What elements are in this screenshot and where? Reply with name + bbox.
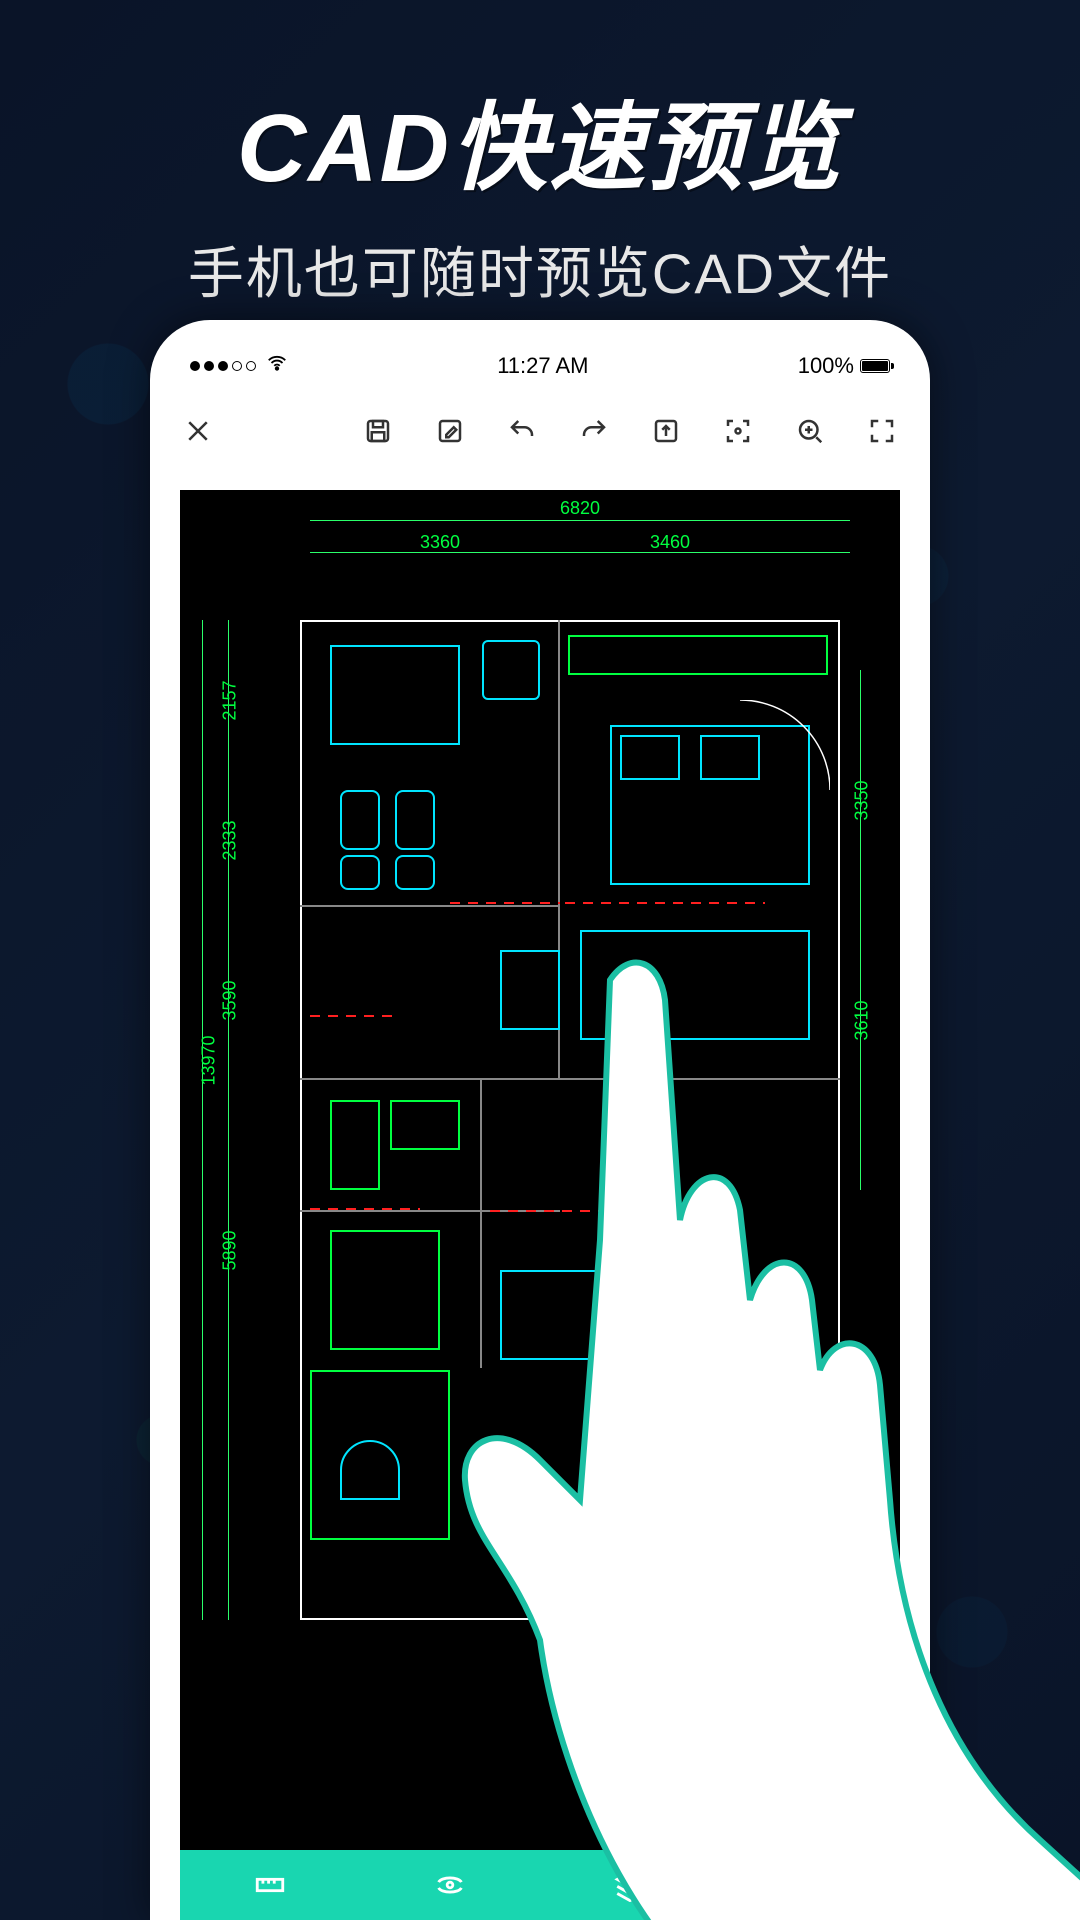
toolbar — [150, 396, 930, 466]
dim-top-total: 6820 — [560, 498, 600, 519]
phone-frame: 11:27 AM 100% — [150, 320, 930, 1920]
dim-left-total: 13970 — [199, 1035, 220, 1085]
bottom-toolbar — [180, 1850, 900, 1920]
wifi-icon — [266, 352, 288, 380]
focus-icon[interactable] — [720, 413, 756, 449]
zoom-in-icon[interactable] — [792, 413, 828, 449]
dim-left-3: 3590 — [220, 980, 241, 1020]
save-icon[interactable] — [360, 413, 396, 449]
edit-icon[interactable] — [432, 413, 468, 449]
hero: CAD快速预览 手机也可随时预览CAD文件 — [0, 0, 1080, 310]
dim-left-4: 5890 — [220, 1230, 241, 1270]
hero-subtitle: 手机也可随时预览CAD文件 — [0, 229, 1080, 310]
dim-right-1: 3350 — [852, 780, 873, 820]
undo-icon[interactable] — [504, 413, 540, 449]
dim-top-left: 3360 — [420, 532, 460, 553]
status-time: 11:27 AM — [497, 353, 588, 379]
cad-canvas[interactable]: 6820 3360 3460 13970 2157 2333 3590 5890… — [180, 490, 900, 1850]
dim-left-2: 2333 — [220, 820, 241, 860]
battery-icon — [860, 359, 890, 373]
battery-percent: 100% — [798, 353, 854, 379]
sync-icon[interactable] — [430, 1865, 470, 1905]
status-left — [190, 352, 288, 380]
measure-icon[interactable] — [250, 1865, 290, 1905]
layers-icon[interactable] — [610, 1865, 650, 1905]
redo-icon[interactable] — [576, 413, 612, 449]
hero-title: CAD快速预览 — [0, 70, 1080, 209]
dim-left-1: 2157 — [220, 680, 241, 720]
close-button[interactable] — [180, 413, 216, 449]
dim-right-2: 3610 — [852, 1000, 873, 1040]
hatch-icon[interactable] — [790, 1865, 830, 1905]
signal-dots-icon — [190, 361, 256, 371]
dim-top-right: 3460 — [650, 532, 690, 553]
export-icon[interactable] — [648, 413, 684, 449]
fullscreen-icon[interactable] — [864, 413, 900, 449]
status-right: 100% — [798, 353, 890, 379]
status-bar: 11:27 AM 100% — [150, 336, 930, 396]
